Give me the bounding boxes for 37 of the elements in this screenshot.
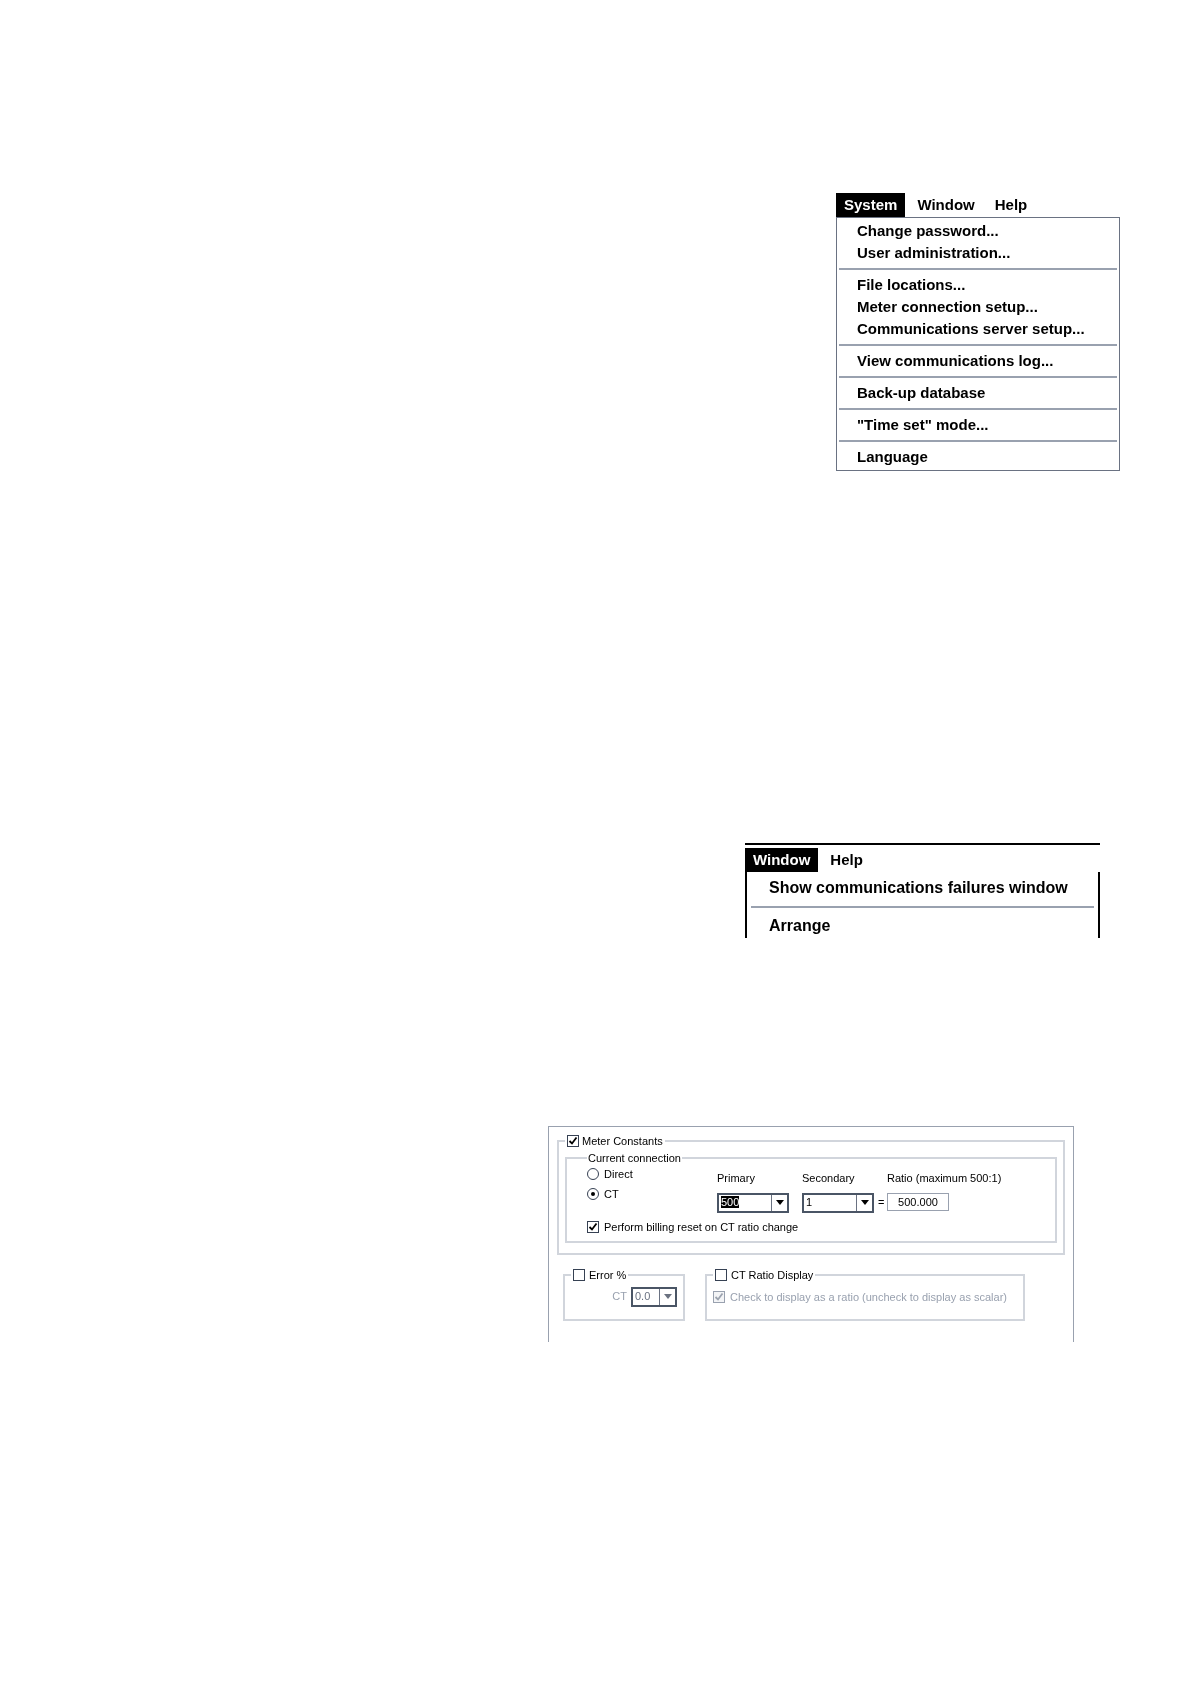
field-label: CT bbox=[612, 1289, 627, 1305]
field-label: Ratio (maximum 500:1) bbox=[887, 1171, 1002, 1186]
equals-sign: = bbox=[878, 1195, 885, 1211]
menu-bar-item[interactable]: Window bbox=[745, 847, 819, 873]
checkbox-label: Perform billing reset on CT ratio change bbox=[604, 1219, 799, 1235]
menu-item[interactable]: Communications server setup... bbox=[837, 318, 1119, 340]
checkbox-label: Check to display as a ratio (uncheck to display as scalar) bbox=[730, 1289, 1007, 1305]
menu-item[interactable]: Language bbox=[837, 446, 1119, 468]
menu-bar-item[interactable]: System bbox=[836, 192, 906, 218]
checkbox[interactable] bbox=[715, 1269, 727, 1282]
field-label: Primary bbox=[717, 1171, 756, 1186]
menu-item[interactable]: Change password... bbox=[837, 220, 1119, 242]
ratio-field[interactable]: 500.000 bbox=[887, 1192, 949, 1211]
checkbox[interactable] bbox=[573, 1269, 585, 1282]
group-title: Error % bbox=[589, 1268, 627, 1283]
dropdown-field[interactable]: 1 bbox=[802, 1192, 874, 1213]
radio-button[interactable] bbox=[587, 1187, 599, 1200]
radio-label: CT bbox=[604, 1186, 619, 1202]
group-title: CT Ratio Display bbox=[731, 1268, 814, 1283]
group-title: Meter Constants bbox=[582, 1134, 663, 1149]
menu-item[interactable]: Back-up database bbox=[837, 382, 1119, 404]
checkbox[interactable] bbox=[587, 1220, 599, 1233]
menu-item[interactable]: File locations... bbox=[837, 274, 1119, 296]
menu-item[interactable]: Show communications failures window bbox=[747, 876, 1098, 900]
menu-item[interactable]: "Time set" mode... bbox=[837, 414, 1119, 436]
radio-label: Direct bbox=[604, 1167, 633, 1182]
dropdown-field[interactable]: 500 bbox=[717, 1192, 789, 1213]
group-title: Current connection bbox=[588, 1151, 681, 1164]
menu-item[interactable]: User administration... bbox=[837, 242, 1119, 264]
checkbox[interactable] bbox=[567, 1135, 579, 1148]
field-label: Secondary bbox=[802, 1171, 856, 1186]
menu-item[interactable]: View communications log... bbox=[837, 350, 1119, 372]
radio-button[interactable] bbox=[587, 1168, 599, 1181]
menu-item[interactable]: Arrange bbox=[747, 914, 1098, 938]
dropdown-arrow-icon[interactable] bbox=[856, 1194, 872, 1211]
menu-item[interactable]: Meter connection setup... bbox=[837, 296, 1119, 318]
dropdown-arrow-icon[interactable] bbox=[771, 1194, 787, 1211]
